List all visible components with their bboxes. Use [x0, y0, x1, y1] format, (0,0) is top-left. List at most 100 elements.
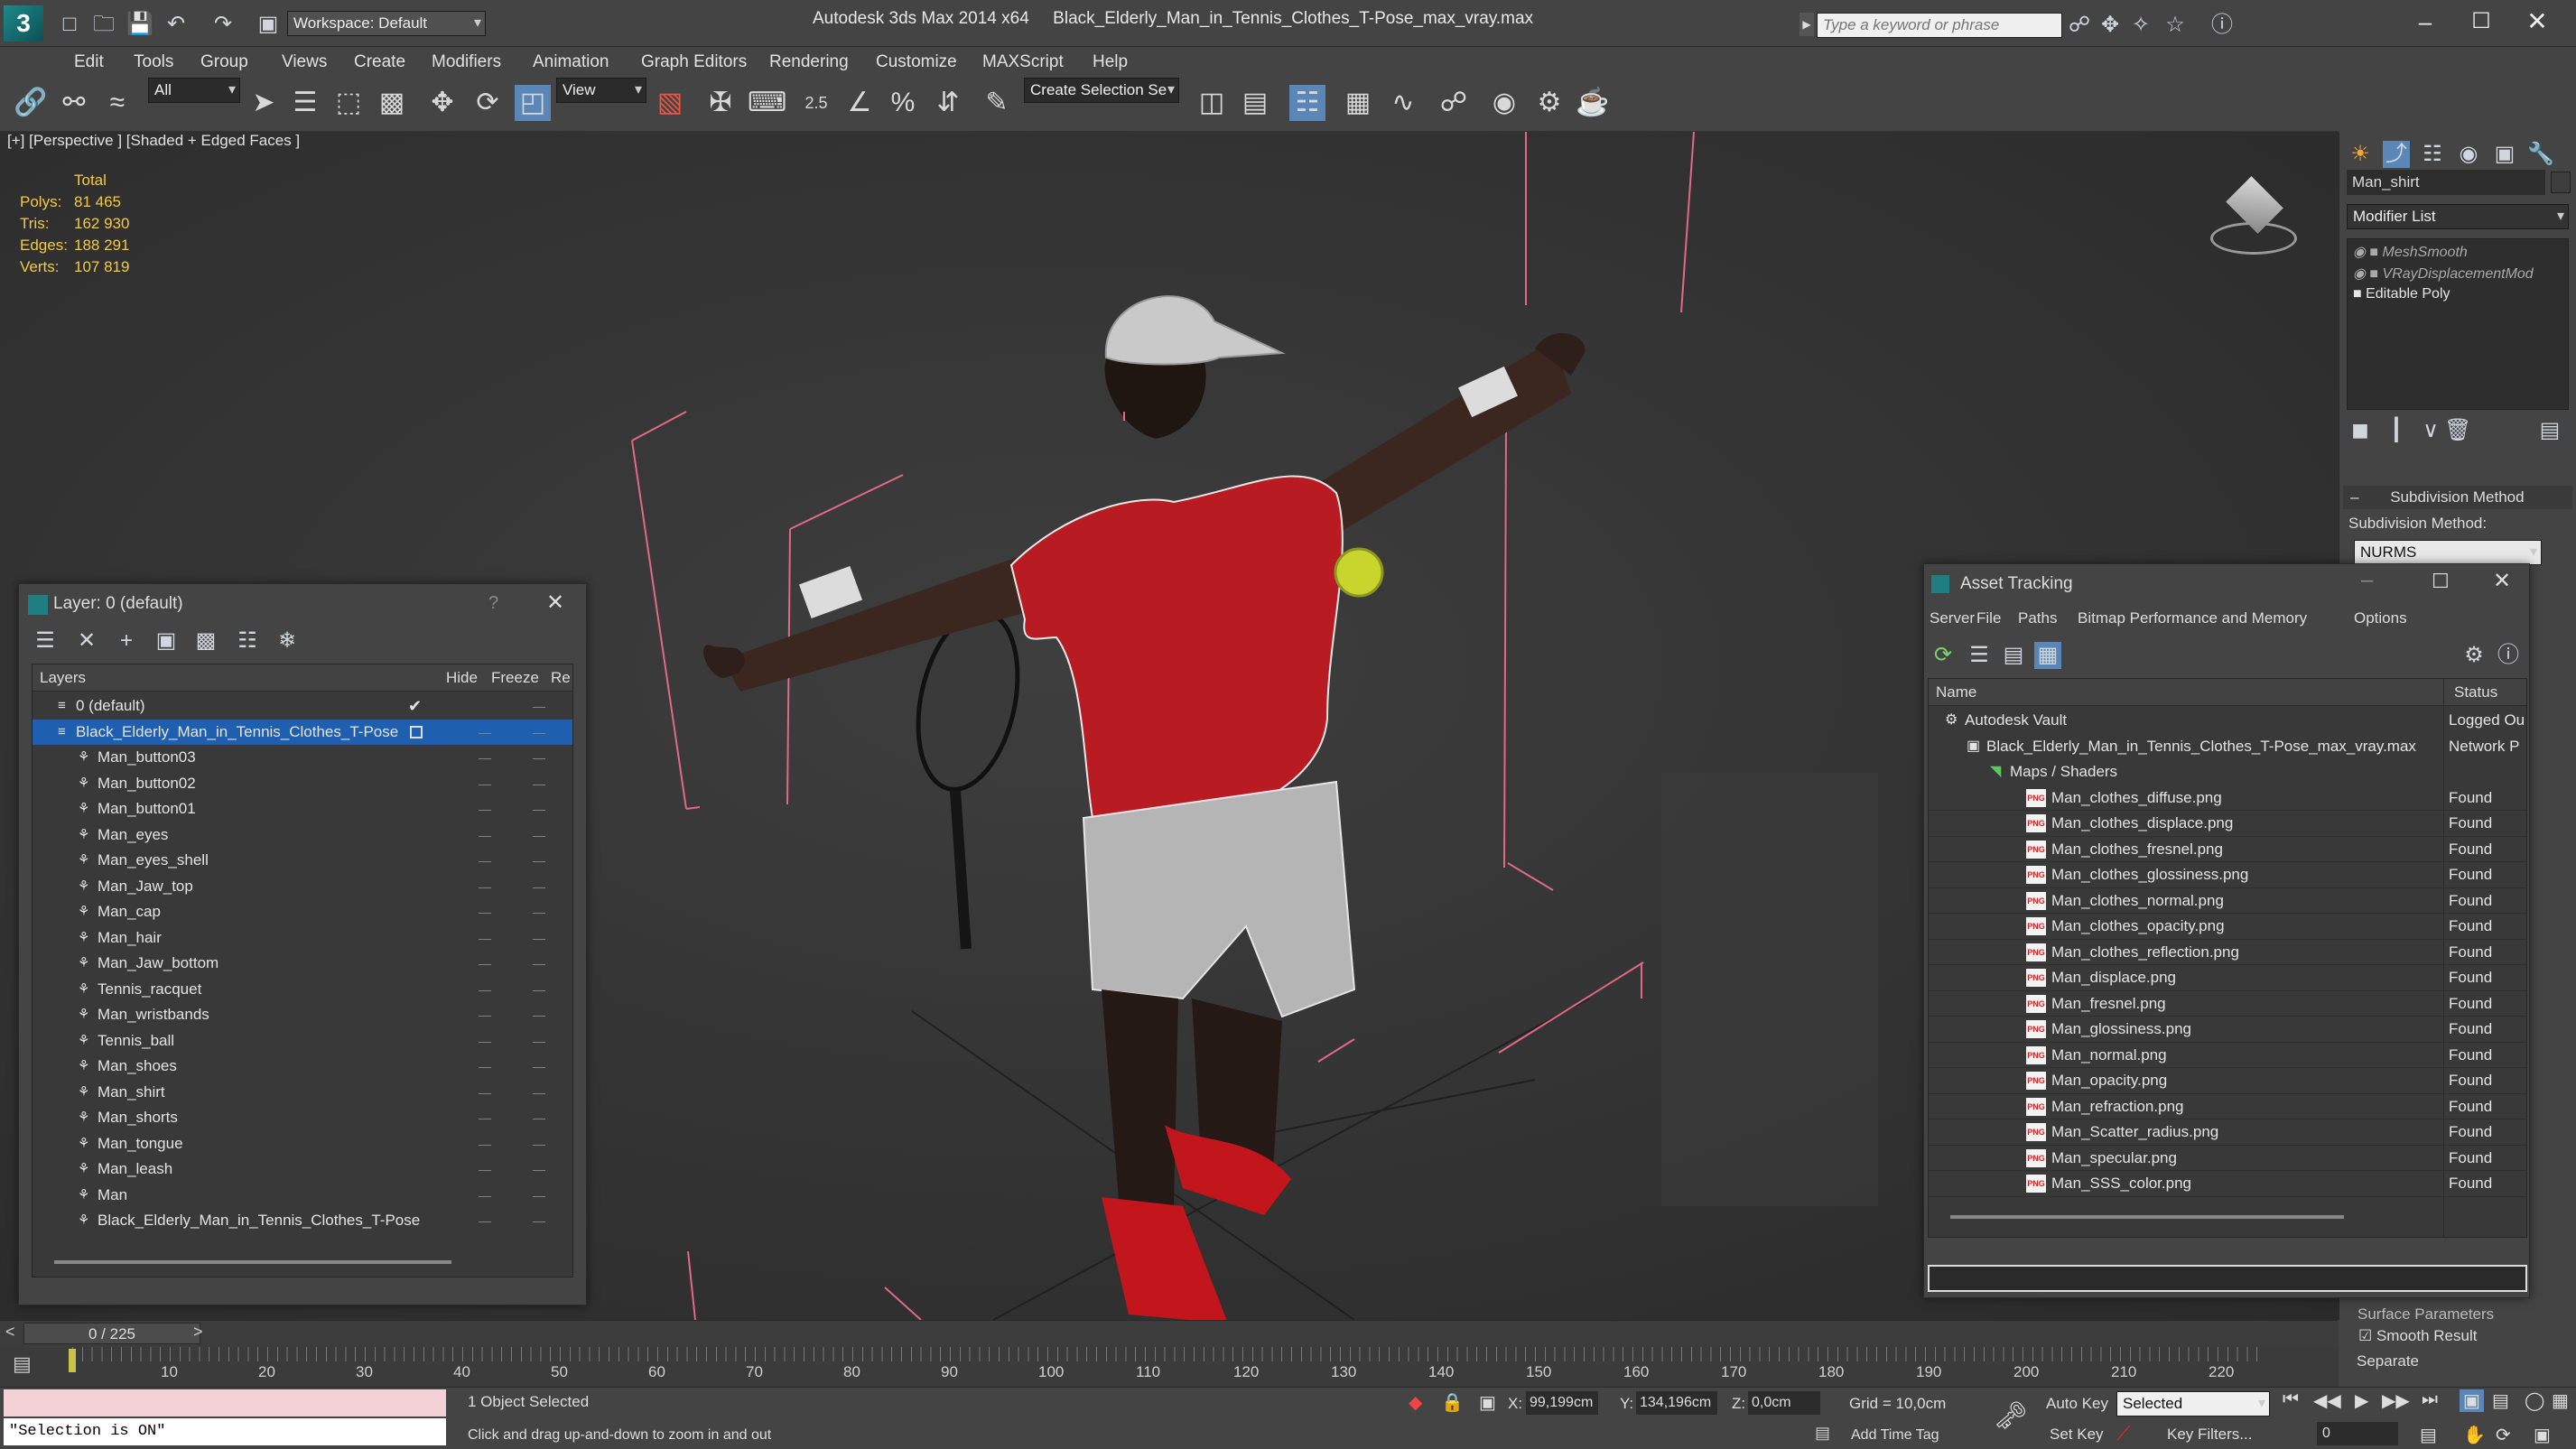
- subdivision-method-dropdown[interactable]: NURMS: [2354, 540, 2542, 565]
- layer-row[interactable]: ⚘ Man_shorts — —: [33, 1105, 572, 1131]
- freeze-toggle[interactable]: —: [533, 1028, 545, 1054]
- layer-row[interactable]: ⚘ Man_leash — —: [33, 1156, 572, 1183]
- freeze-toggle[interactable]: —: [533, 720, 545, 745]
- set-key-button[interactable]: Set Key: [2050, 1426, 2104, 1444]
- keyboard-shortcut-override-icon[interactable]: ⌨: [748, 85, 786, 121]
- select-by-name-icon[interactable]: ☰: [287, 85, 323, 121]
- hide-toggle[interactable]: —: [479, 720, 491, 745]
- freeze-toggle[interactable]: —: [533, 848, 545, 873]
- col-render[interactable]: Re: [551, 664, 571, 692]
- layer-row[interactable]: ⚘ Man_button01 — —: [33, 796, 572, 822]
- minimize-button[interactable]: –: [2407, 4, 2443, 40]
- time-tag-icon[interactable]: ▤: [1815, 1424, 1830, 1443]
- modifier-toggle-icon[interactable]: ■: [2353, 286, 2366, 302]
- table-view-icon[interactable]: ▤: [2000, 642, 2027, 669]
- menu-edit[interactable]: Edit: [74, 52, 104, 72]
- show-end-result-icon[interactable]: ┃: [2383, 417, 2410, 444]
- rendered-frame-icon[interactable]: ☕: [1575, 85, 1611, 121]
- hide-toggle[interactable]: —: [479, 1080, 491, 1105]
- freeze-toggle[interactable]: —: [533, 796, 545, 822]
- motion-tab-icon[interactable]: ◉: [2455, 141, 2482, 168]
- modifier-toggle-icon[interactable]: ◉ ■: [2353, 245, 2383, 260]
- asset-row[interactable]: PNG Man_clothes_displace.png Found: [1929, 811, 2526, 837]
- add-time-tag[interactable]: Add Time Tag: [1851, 1427, 1939, 1444]
- asset-row[interactable]: PNG Man_refraction.png Found: [1929, 1094, 2526, 1119]
- auto-key-button[interactable]: Auto Key: [2046, 1395, 2108, 1413]
- help-icon[interactable]: ⓘ: [2209, 12, 2236, 39]
- object-color-swatch[interactable]: [2551, 172, 2571, 193]
- asset-row[interactable]: PNG Man_normal.png Found: [1929, 1043, 2526, 1068]
- layer-row[interactable]: ⚘ Man — —: [33, 1183, 572, 1209]
- asset-path-field[interactable]: [1928, 1265, 2527, 1292]
- modifier-stack-item[interactable]: ◉ ■ VRayDisplacementMod: [2353, 265, 2534, 283]
- rectangular-selection-icon[interactable]: ⬚: [330, 85, 367, 121]
- select-scale-icon[interactable]: ◰: [515, 85, 551, 121]
- x-coordinate-field[interactable]: 99,199cm: [1526, 1391, 1598, 1415]
- play-icon[interactable]: ▶: [2355, 1389, 2368, 1412]
- hide-toggle[interactable]: —: [479, 1183, 491, 1208]
- time-slider-next[interactable]: >: [193, 1323, 203, 1342]
- asset-row[interactable]: PNG Man_clothes_normal.png Found: [1929, 888, 2526, 914]
- project-folder-icon[interactable]: ▣: [255, 11, 282, 38]
- asset-close-button[interactable]: ✕: [2493, 568, 2511, 594]
- select-highlighted-icon[interactable]: ▣: [153, 627, 180, 655]
- menu-create[interactable]: Create: [354, 52, 405, 72]
- modifier-list-dropdown[interactable]: Modifier List: [2347, 204, 2569, 229]
- key-mode-dropdown[interactable]: Selected: [2116, 1391, 2270, 1416]
- menu-views[interactable]: Views: [282, 52, 327, 72]
- maxscript-listener-bottom[interactable]: "Selection is ON": [4, 1418, 446, 1445]
- menu-help[interactable]: Help: [1093, 52, 1128, 72]
- pin-stack-icon[interactable]: ◼: [2347, 417, 2374, 444]
- field-of-view-icon[interactable]: ◯: [2525, 1389, 2544, 1412]
- selection-lock-icon[interactable]: 🔒: [1441, 1391, 1464, 1414]
- highlight-selected-icon[interactable]: ▩: [192, 627, 219, 655]
- grid-view-icon[interactable]: ▦: [2034, 642, 2061, 669]
- hide-toggle[interactable]: —: [479, 796, 491, 822]
- layer-row[interactable]: ≡ 0 (default) — ✔: [33, 693, 572, 720]
- snaps-toggle-icon[interactable]: 2.5: [798, 85, 834, 121]
- asset-row[interactable]: ⚙ Autodesk Vault Logged Ou: [1929, 708, 2526, 734]
- smooth-result-checkbox[interactable]: ☑ Smooth Result: [2358, 1327, 2477, 1345]
- hide-toggle[interactable]: —: [479, 1028, 491, 1054]
- asset-menu-paths[interactable]: Paths: [2018, 609, 2057, 627]
- layer-row[interactable]: ⚘ Black_Elderly_Man_in_Tennis_Clothes_T-P…: [33, 1208, 572, 1234]
- layer-row[interactable]: ⚘ Man_Jaw_top — —: [33, 874, 572, 900]
- active-layer-check-icon[interactable]: ✔: [408, 693, 422, 719]
- col-status[interactable]: Status: [2454, 679, 2497, 706]
- hide-toggle[interactable]: —: [479, 1002, 491, 1027]
- close-button[interactable]: ✕: [2519, 4, 2555, 40]
- display-tab-icon[interactable]: ▣: [2491, 141, 2518, 168]
- binoculars-icon[interactable]: ☍: [2066, 12, 2093, 39]
- layer-row[interactable]: ⚘ Man_Jaw_bottom — —: [33, 951, 572, 977]
- zoom-extents-icon[interactable]: ▤: [2492, 1389, 2509, 1412]
- asset-minimize-button[interactable]: –: [2361, 568, 2373, 593]
- hide-toggle[interactable]: —: [479, 1156, 491, 1182]
- freeze-toggle[interactable]: —: [533, 925, 545, 951]
- freeze-toggle[interactable]: —: [533, 1054, 545, 1079]
- time-slider[interactable]: < 0 / 225 >: [0, 1320, 2339, 1347]
- freeze-toggle[interactable]: —: [533, 693, 545, 719]
- asset-row[interactable]: PNG Man_opacity.png Found: [1929, 1068, 2526, 1094]
- orbit-icon[interactable]: ⟳: [2496, 1424, 2511, 1446]
- maximize-viewport-icon[interactable]: ▦: [2552, 1389, 2569, 1412]
- asset-row[interactable]: ◥ Maps / Shaders: [1929, 759, 2526, 785]
- maximize-toggle-icon[interactable]: ▣: [2534, 1424, 2551, 1446]
- time-slider-prev[interactable]: <: [5, 1323, 15, 1342]
- schematic-view-icon[interactable]: ☍: [1436, 85, 1472, 121]
- material-editor-icon[interactable]: ◉: [1486, 85, 1522, 121]
- select-rotate-icon[interactable]: ⟳: [470, 85, 506, 121]
- layer-row[interactable]: ≡ Black_Elderly_Man_in_Tennis_Clothes_T-P…: [33, 719, 572, 745]
- refresh-icon[interactable]: ⟳: [1930, 642, 1957, 669]
- asset-row[interactable]: PNG Man_clothes_reflection.png Found: [1929, 940, 2526, 965]
- select-object-icon[interactable]: ➤: [246, 85, 282, 121]
- add-to-layer-icon[interactable]: +: [113, 627, 140, 655]
- freeze-unfreeze-all-icon[interactable]: ❄: [274, 627, 301, 655]
- col-freeze[interactable]: Freeze: [491, 664, 539, 692]
- pan-icon[interactable]: ✋: [2463, 1424, 2486, 1446]
- frame-field[interactable]: 0: [2317, 1422, 2398, 1445]
- asset-menu-options[interactable]: Options: [2354, 609, 2407, 627]
- menu-rendering[interactable]: Rendering: [769, 52, 849, 72]
- communication-icon[interactable]: ✧: [2127, 12, 2154, 39]
- viewcube-icon[interactable]: [2199, 168, 2308, 258]
- asset-hscrollbar[interactable]: [1950, 1215, 2344, 1219]
